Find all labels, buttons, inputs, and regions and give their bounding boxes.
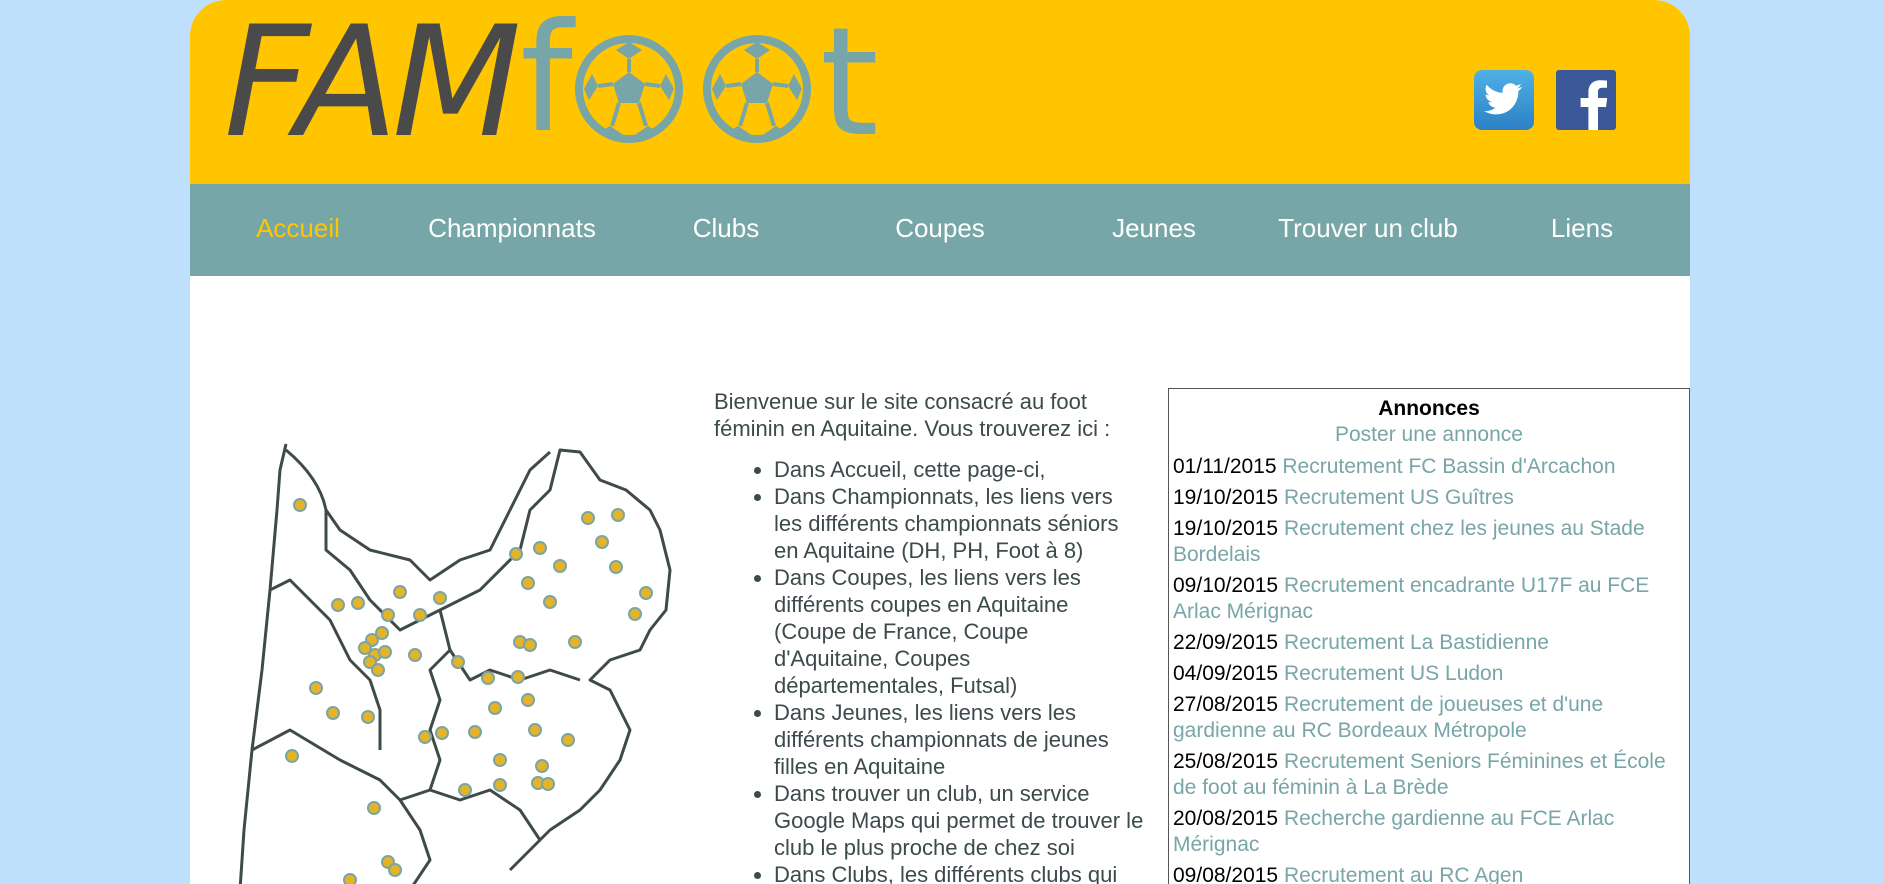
list-item: Dans Jeunes, les liens vers les différen… (774, 699, 1144, 780)
annonce-link[interactable]: Recrutement FC Bassin d'Arcachon (1282, 455, 1615, 478)
list-item: 04/09/2015 Recrutement US Ludon (1173, 661, 1685, 687)
logo-text-f: f (520, 0, 573, 166)
annonce-date: 19/10/2015 (1173, 486, 1279, 509)
nav-item-trouver-un-club[interactable]: Trouver un club (1268, 184, 1468, 276)
football-logo-icon (575, 35, 683, 143)
list-item: Dans Coupes, les liens vers les différen… (774, 564, 1144, 699)
page-container: FAM f t Accueil Championnats Clubs Coupe… (190, 0, 1690, 884)
annonce-date: 01/11/2015 (1173, 455, 1277, 478)
annonce-link[interactable]: Recrutement au RC Agen (1284, 864, 1523, 884)
list-item: 25/08/2015 Recrutement Seniors Féminines… (1173, 749, 1685, 801)
post-annonce-link[interactable]: Poster une annonce (1169, 423, 1689, 447)
list-item: Dans Accueil, cette page-ci, (774, 456, 1144, 483)
football-logo-icon (703, 35, 811, 143)
annonces-list: 01/11/2015 Recrutement FC Bassin d'Arcac… (1169, 447, 1689, 884)
annonce-date: 25/08/2015 (1173, 750, 1279, 773)
list-item: 19/10/2015 Recrutement US Guîtres (1173, 485, 1685, 511)
twitter-button[interactable] (1474, 70, 1534, 130)
annonce-link[interactable]: Recrutement US Ludon (1284, 662, 1503, 685)
nav-item-championnats[interactable]: Championnats (412, 184, 612, 276)
annonce-link[interactable]: Recrutement La Bastidienne (1284, 631, 1549, 654)
nav-item-jeunes[interactable]: Jeunes (1054, 184, 1254, 276)
facebook-button[interactable] (1556, 70, 1616, 130)
annonce-date: 04/09/2015 (1173, 662, 1279, 685)
annonces-panel: Annonces Poster une annonce 01/11/2015 R… (1168, 388, 1690, 884)
list-item: 19/10/2015 Recrutement chez les jeunes a… (1173, 516, 1685, 568)
intro-text: Bienvenue sur le site consacré au foot f… (714, 388, 1144, 884)
facebook-icon (1580, 80, 1608, 130)
site-header: FAM f t (190, 0, 1690, 184)
annonce-date: 22/09/2015 (1173, 631, 1279, 654)
logo-text: FAM (224, 0, 522, 172)
list-item: Dans Clubs, les différents clubs qui (774, 861, 1144, 884)
main-nav: Accueil Championnats Clubs Coupes Jeunes… (190, 184, 1690, 276)
list-item: 22/09/2015 Recrutement La Bastidienne (1173, 630, 1685, 656)
list-item: 09/08/2015 Recrutement au RC Agen (1173, 863, 1685, 884)
intro-paragraph: Bienvenue sur le site consacré au foot f… (714, 389, 1111, 441)
annonce-date: 20/08/2015 (1173, 807, 1279, 830)
list-item: 27/08/2015 Recrutement de joueuses et d'… (1173, 692, 1685, 744)
nav-item-clubs[interactable]: Clubs (626, 184, 826, 276)
nav-item-liens[interactable]: Liens (1482, 184, 1682, 276)
list-item: Dans trouver un club, un service Google … (774, 780, 1144, 861)
list-item: 09/10/2015 Recrutement encadrante U17F a… (1173, 573, 1685, 625)
annonces-title: Annonces (1378, 397, 1480, 420)
logo-text-t: t (820, 0, 879, 170)
annonce-link[interactable]: Recrutement US Guîtres (1284, 486, 1514, 509)
nav-item-accueil[interactable]: Accueil (198, 184, 398, 276)
twitter-icon (1484, 83, 1523, 115)
list-item: 01/11/2015 Recrutement FC Bassin d'Arcac… (1173, 454, 1685, 480)
nav-item-coupes[interactable]: Coupes (840, 184, 1040, 276)
annonce-date: 27/08/2015 (1173, 693, 1279, 716)
aquitaine-clubs-map[interactable] (230, 430, 710, 884)
list-item: 20/08/2015 Recherche gardienne au FCE Ar… (1173, 806, 1685, 858)
annonce-date: 19/10/2015 (1173, 517, 1279, 540)
intro-list: Dans Accueil, cette page-ci, Dans Champi… (714, 456, 1144, 884)
annonce-date: 09/10/2015 (1173, 574, 1279, 597)
annonce-date: 09/08/2015 (1173, 864, 1279, 884)
list-item: Dans Championnats, les liens vers les di… (774, 483, 1144, 564)
